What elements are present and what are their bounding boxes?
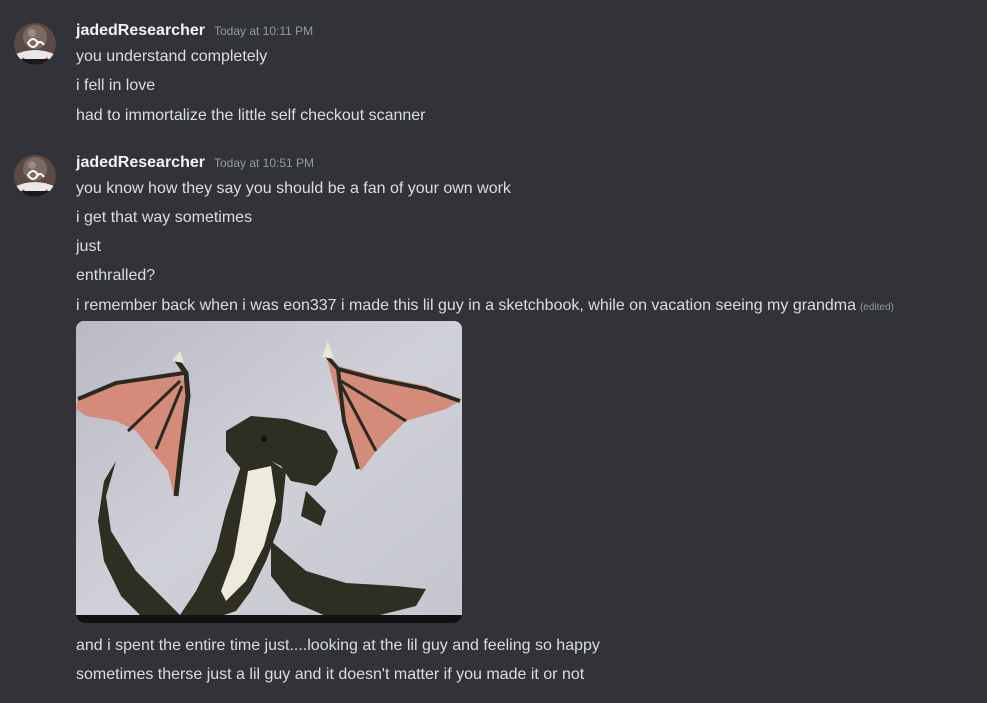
message-line: you understand completely [76, 48, 268, 65]
username[interactable]: jadedResearcher [76, 154, 205, 172]
username[interactable]: jadedResearcher [76, 22, 205, 40]
edited-label: (edited) [859, 302, 894, 313]
image-attachment[interactable] [76, 321, 462, 623]
message-line-edited: i remember back when i was eon337 i made… [76, 295, 894, 319]
message-header: jadedResearcher Today at 10:51 PM [76, 154, 314, 176]
message-line: enthralled? [76, 267, 156, 284]
chat-messages: jadedResearcher Today at 10:11 PM you un… [0, 0, 987, 703]
message-text: i remember back when i was eon337 i made… [76, 297, 856, 314]
message-line: you know how they say you should be a fa… [76, 180, 511, 197]
message-line: sometimes therse just a lil guy and it d… [76, 666, 585, 683]
avatar-icon [14, 155, 56, 197]
message-line: i get that way sometimes [76, 209, 253, 226]
dragon-drawing-icon [76, 321, 462, 623]
message-line: just [76, 238, 101, 255]
timestamp: Today at 10:11 PM [213, 24, 314, 38]
message-line: and i spent the entire time just....look… [76, 637, 600, 654]
message-header: jadedResearcher Today at 10:11 PM [76, 22, 313, 44]
avatar[interactable] [14, 155, 56, 197]
avatar-icon [14, 23, 56, 65]
message-line: had to immortalize the little self check… [76, 107, 426, 124]
message-line: i fell in love [76, 77, 156, 94]
timestamp: Today at 10:51 PM [213, 156, 315, 170]
avatar[interactable] [14, 23, 56, 65]
